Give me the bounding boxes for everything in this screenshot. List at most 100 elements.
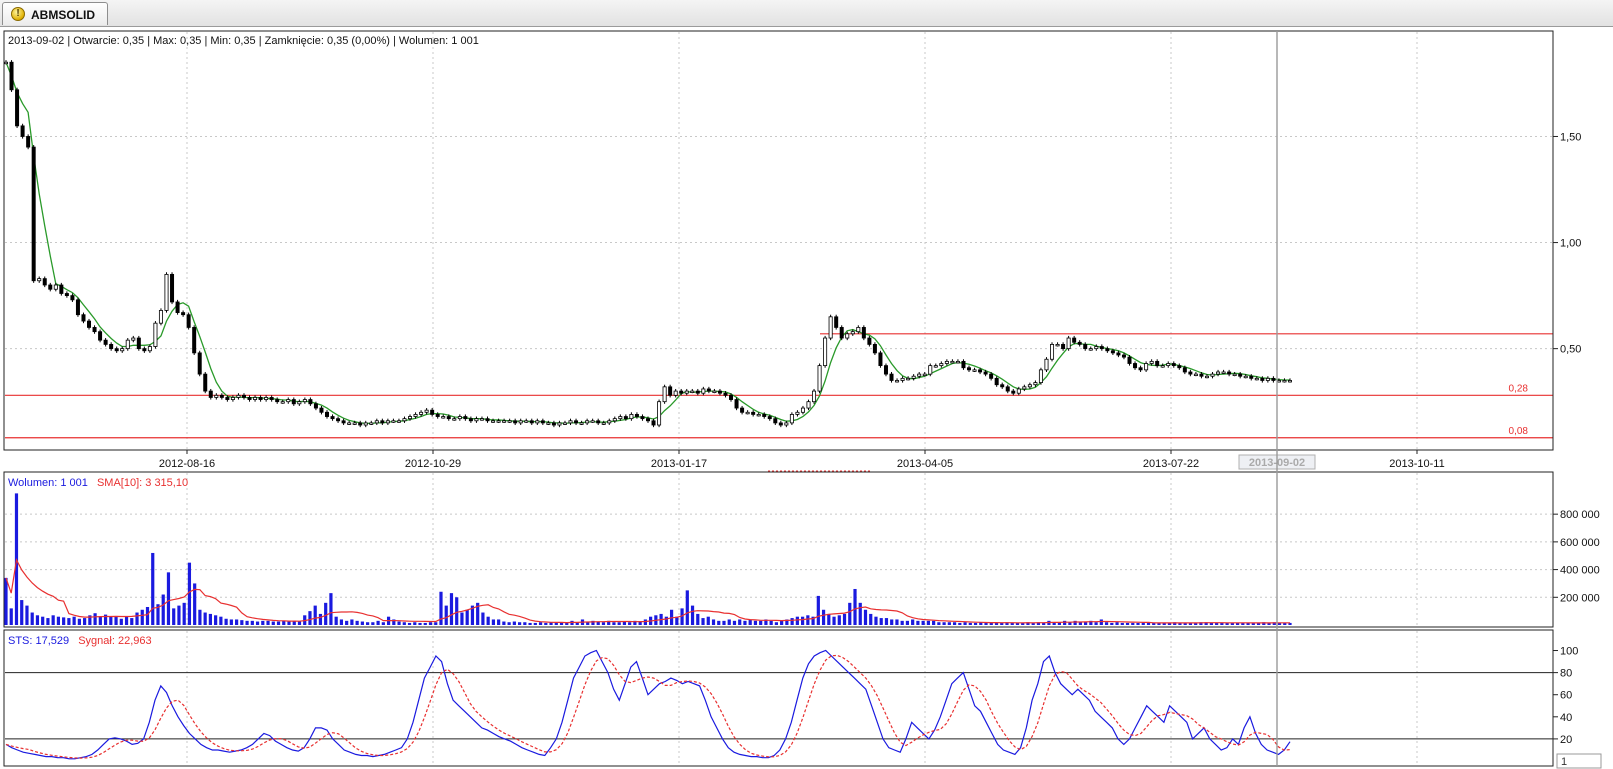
volume-bar[interactable] (208, 613, 212, 625)
stock-chart[interactable]: 2013-09-02 | Otwarcie: 0,35 | Max: 0,35 … (0, 27, 1613, 769)
candle[interactable] (911, 374, 916, 381)
volume-bar[interactable] (989, 622, 993, 625)
volume-bar[interactable] (481, 612, 485, 625)
candle[interactable] (131, 335, 136, 343)
candle[interactable] (463, 414, 468, 421)
volume-bar[interactable] (151, 552, 155, 625)
candle[interactable] (441, 414, 446, 419)
volume-bar[interactable] (507, 622, 511, 625)
volume-bar[interactable] (41, 616, 45, 625)
candle[interactable] (817, 363, 822, 394)
candle[interactable] (253, 395, 258, 402)
volume-bar[interactable] (214, 615, 218, 625)
volume-bar[interactable] (628, 622, 632, 625)
volume-bar[interactable] (460, 612, 464, 625)
candle[interactable] (64, 291, 69, 298)
candle[interactable] (479, 416, 484, 421)
volume-bar[interactable] (203, 612, 207, 625)
volume-bar[interactable] (1104, 622, 1109, 625)
volume-bar[interactable] (554, 622, 558, 625)
volume-bar[interactable] (926, 620, 930, 625)
candle[interactable] (1227, 369, 1232, 377)
volume-bar[interactable] (806, 615, 810, 625)
volume-bar[interactable] (339, 619, 344, 625)
candle[interactable] (37, 276, 42, 283)
candle[interactable] (336, 416, 341, 423)
candle[interactable] (1188, 369, 1193, 377)
candle[interactable] (1066, 335, 1071, 351)
volume-bar[interactable] (863, 609, 868, 625)
candle[interactable] (153, 321, 158, 349)
volume-bar[interactable] (937, 622, 941, 625)
volume-bar[interactable] (947, 622, 951, 625)
candle[interactable] (1105, 346, 1110, 353)
volume-bar[interactable] (77, 618, 81, 625)
candle[interactable] (967, 365, 972, 372)
volume-bar[interactable] (491, 619, 495, 625)
candle[interactable] (302, 397, 307, 404)
volume-bar[interactable] (177, 605, 181, 625)
volume-bar[interactable] (732, 620, 737, 625)
volume-bar[interactable] (62, 617, 66, 625)
candle[interactable] (109, 342, 114, 351)
candle[interactable] (474, 416, 479, 423)
volume-bar[interactable] (821, 609, 826, 625)
volume-bar[interactable] (780, 620, 784, 625)
volume-bar[interactable] (9, 608, 13, 625)
candle[interactable] (308, 397, 313, 406)
volume-bar[interactable] (130, 618, 134, 625)
candle[interactable] (1210, 371, 1215, 379)
candle[interactable] (1155, 359, 1160, 368)
volume-bar[interactable] (921, 620, 925, 625)
candle[interactable] (92, 325, 97, 334)
volume-bar[interactable] (308, 611, 312, 625)
volume-bar[interactable] (1099, 619, 1103, 625)
candle[interactable] (745, 410, 750, 415)
volume-bar[interactable] (905, 620, 910, 625)
candle[interactable] (574, 418, 579, 426)
volume-bar[interactable] (1078, 622, 1082, 625)
volume-bar[interactable] (402, 622, 406, 625)
volume-bar[interactable] (486, 616, 490, 625)
volume-bar[interactable] (371, 622, 375, 625)
volume-bar[interactable] (916, 620, 920, 625)
candle[interactable] (1193, 371, 1198, 377)
candle[interactable] (955, 359, 960, 364)
candle[interactable] (524, 418, 529, 423)
candle[interactable] (1083, 342, 1088, 351)
volume-bar[interactable] (858, 602, 862, 625)
volume-bar[interactable] (1131, 622, 1135, 625)
candle[interactable] (529, 418, 534, 426)
volume-bar[interactable] (376, 620, 380, 625)
volume-bar[interactable] (722, 620, 726, 625)
volume-bar[interactable] (428, 622, 433, 625)
candle[interactable] (535, 418, 540, 426)
candle[interactable] (70, 293, 75, 302)
volume-bar[interactable] (334, 616, 338, 625)
volume-bar[interactable] (198, 609, 202, 625)
candle[interactable] (690, 388, 695, 394)
volume-bar[interactable] (748, 619, 752, 625)
candle[interactable] (502, 418, 507, 423)
volume-bar[interactable] (743, 620, 747, 625)
candle[interactable] (142, 346, 147, 353)
volume-bar[interactable] (25, 605, 29, 625)
candle[interactable] (175, 299, 180, 315)
volume-bar[interactable] (360, 621, 364, 625)
candle[interactable] (1238, 371, 1243, 379)
candle[interactable] (933, 363, 938, 368)
candle[interactable] (513, 418, 518, 426)
candle[interactable] (568, 418, 573, 426)
candle[interactable] (186, 312, 191, 330)
candle[interactable] (900, 376, 905, 383)
candle[interactable] (751, 410, 756, 417)
candle[interactable] (203, 371, 208, 394)
volume-bar[interactable] (114, 615, 118, 625)
volume-bar[interactable] (706, 616, 710, 625)
candle[interactable] (170, 272, 175, 305)
volume-bar[interactable] (407, 622, 412, 625)
candle[interactable] (1011, 388, 1016, 396)
volume-bar[interactable] (523, 622, 527, 625)
candle[interactable] (136, 335, 141, 351)
volume-bar[interactable] (879, 618, 883, 625)
